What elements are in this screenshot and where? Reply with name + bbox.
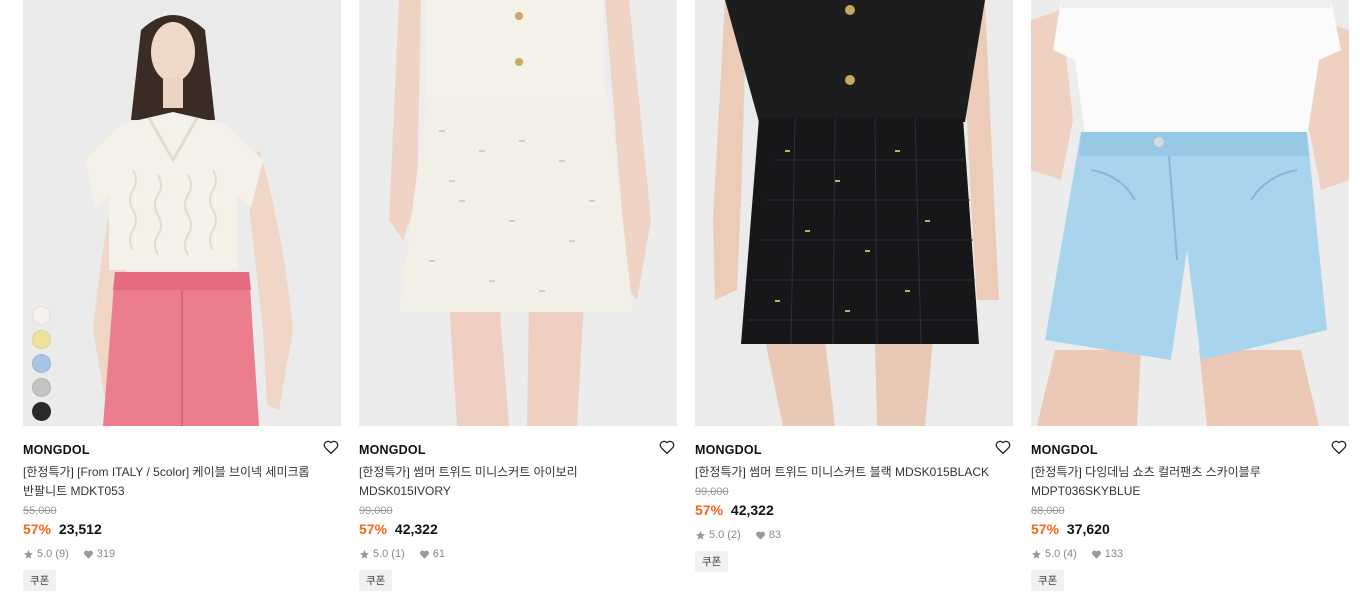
coupon-badge: 쿠폰 bbox=[359, 570, 393, 591]
color-swatch[interactable] bbox=[32, 306, 51, 325]
product-grid: MONGDOL [한정특가] [From ITALY / 5color] 케이블… bbox=[0, 0, 1360, 602]
original-price: 88,000 bbox=[1031, 505, 1065, 517]
discount-rate: 57% bbox=[359, 521, 388, 537]
product-image[interactable] bbox=[1031, 0, 1349, 426]
like-count: 83 bbox=[768, 529, 781, 541]
color-swatch[interactable] bbox=[32, 378, 51, 397]
star-icon bbox=[695, 530, 706, 541]
discount-rate: 57% bbox=[23, 521, 52, 537]
star-icon bbox=[1031, 549, 1042, 560]
review-count: (2) bbox=[727, 529, 741, 541]
brand-name[interactable]: MONGDOL bbox=[23, 443, 90, 457]
heart-filled-icon bbox=[1091, 549, 1102, 560]
sale-price: 37,620 bbox=[1066, 521, 1110, 537]
color-swatch[interactable] bbox=[32, 330, 51, 349]
original-price: 99,000 bbox=[359, 505, 393, 517]
product-card[interactable]: MONGDOL [한정특가] [From ITALY / 5color] 케이블… bbox=[23, 0, 341, 602]
color-swatch[interactable] bbox=[32, 354, 51, 373]
heart-filled-icon bbox=[755, 530, 766, 541]
color-swatch[interactable] bbox=[32, 402, 51, 421]
brand-name[interactable]: MONGDOL bbox=[1031, 443, 1098, 457]
review-meta: 5.0 (4) 133 bbox=[1031, 547, 1349, 561]
sale-price: 23,512 bbox=[58, 521, 102, 537]
coupon-badge: 쿠폰 bbox=[695, 551, 729, 572]
product-card[interactable]: MONGDOL [한정특가] 다잉데님 쇼츠 컬러팬츠 스카이블루 MDPT03… bbox=[1031, 0, 1349, 602]
sale-price: 42,322 bbox=[394, 521, 438, 537]
heart-icon[interactable] bbox=[322, 438, 340, 456]
like-count: 61 bbox=[432, 548, 445, 560]
price-row: 57% 42,322 bbox=[695, 502, 1013, 521]
product-image[interactable] bbox=[23, 0, 341, 426]
discount-rate: 57% bbox=[695, 502, 724, 518]
rating-value: 5.0 bbox=[37, 548, 53, 560]
original-price: 55,000 bbox=[23, 505, 57, 517]
product-name[interactable]: [한정특가] 다잉데님 쇼츠 컬러팬츠 스카이블루 MDPT036SKYBLUE bbox=[1031, 463, 1331, 501]
like-count: 319 bbox=[96, 548, 116, 560]
rating-value: 5.0 bbox=[709, 529, 725, 541]
price-row: 57% 23,512 bbox=[23, 521, 341, 540]
rating-value: 5.0 bbox=[1045, 548, 1061, 560]
star-icon bbox=[23, 549, 34, 560]
review-count: (9) bbox=[55, 548, 69, 560]
rating-value: 5.0 bbox=[373, 548, 389, 560]
product-card[interactable]: MONGDOL [한정특가] 썸머 트위드 미니스커트 블랙 MDSK015BL… bbox=[695, 0, 1013, 602]
review-meta: 5.0 (9) 319 bbox=[23, 547, 341, 561]
price-row: 57% 42,322 bbox=[359, 521, 677, 540]
heart-icon[interactable] bbox=[1330, 438, 1348, 456]
like-count: 133 bbox=[1104, 548, 1124, 560]
brand-name[interactable]: MONGDOL bbox=[695, 443, 762, 457]
product-name[interactable]: [한정특가] [From ITALY / 5color] 케이블 브이넥 세미크… bbox=[23, 463, 323, 501]
coupon-badge: 쿠폰 bbox=[1031, 570, 1065, 591]
product-card[interactable]: MONGDOL [한정특가] 썸머 트위드 미니스커트 아이보리 MDSK015… bbox=[359, 0, 677, 602]
heart-icon[interactable] bbox=[994, 438, 1012, 456]
heart-icon[interactable] bbox=[658, 438, 676, 456]
review-meta: 5.0 (2) 83 bbox=[695, 528, 1013, 542]
color-swatches bbox=[32, 306, 51, 421]
review-count: (4) bbox=[1063, 548, 1077, 560]
coupon-badge: 쿠폰 bbox=[23, 570, 57, 591]
review-meta: 5.0 (1) 61 bbox=[359, 547, 677, 561]
discount-rate: 57% bbox=[1031, 521, 1060, 537]
price-row: 57% 37,620 bbox=[1031, 521, 1349, 540]
product-name[interactable]: [한정특가] 썸머 트위드 미니스커트 아이보리 MDSK015IVORY bbox=[359, 463, 659, 501]
product-name[interactable]: [한정특가] 썸머 트위드 미니스커트 블랙 MDSK015BLACK bbox=[695, 463, 995, 482]
heart-filled-icon bbox=[419, 549, 430, 560]
product-image[interactable] bbox=[695, 0, 1013, 426]
review-count: (1) bbox=[391, 548, 405, 560]
star-icon bbox=[359, 549, 370, 560]
product-image[interactable] bbox=[359, 0, 677, 426]
heart-filled-icon bbox=[83, 549, 94, 560]
original-price: 99,000 bbox=[695, 486, 729, 498]
sale-price: 42,322 bbox=[730, 502, 774, 518]
brand-name[interactable]: MONGDOL bbox=[359, 443, 426, 457]
